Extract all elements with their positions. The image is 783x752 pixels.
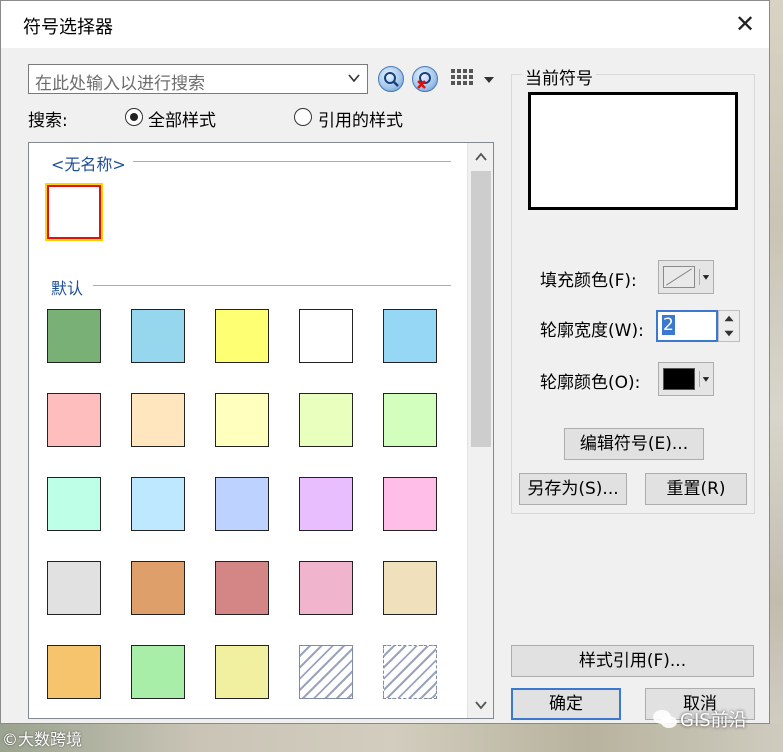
symbol-swatch[interactable]	[383, 309, 437, 363]
symbol-swatch[interactable]	[299, 393, 353, 447]
style-references-button[interactable]: 样式引用(F)...	[511, 645, 754, 677]
clear-search-icon	[417, 72, 431, 89]
outline-color-swatch	[663, 368, 695, 390]
background-map-right	[770, 0, 783, 752]
symbol-gallery: <无名称> 默认	[28, 142, 494, 719]
symbol-swatch[interactable]	[299, 309, 353, 363]
symbol-swatch[interactable]	[131, 561, 185, 615]
symbol-swatch[interactable]	[47, 309, 101, 363]
symbol-swatch[interactable]	[215, 645, 269, 699]
symbol-swatch[interactable]	[47, 185, 101, 239]
fill-color-label: 填充颜色(F):	[540, 271, 637, 291]
outline-width-label: 轮廓宽度(W):	[540, 321, 644, 341]
ok-button[interactable]: 确定	[511, 688, 621, 720]
symbol-swatch[interactable]	[215, 393, 269, 447]
symbol-swatch[interactable]	[383, 477, 437, 531]
magnifier-icon	[384, 72, 399, 87]
radio-referenced-styles-label[interactable]: 引用的样式	[318, 106, 403, 131]
outline-width-value: 2	[662, 315, 675, 335]
fill-color-picker[interactable]	[658, 260, 714, 294]
spin-down-icon[interactable]	[719, 326, 739, 341]
search-placeholder: 在此处输入以进行搜索	[35, 74, 205, 94]
symbol-swatch[interactable]	[131, 393, 185, 447]
chevron-down-icon[interactable]	[347, 71, 361, 85]
symbol-swatch[interactable]	[131, 309, 185, 363]
watermark-left: ©大数跨境	[2, 730, 83, 749]
close-icon[interactable]: ✕	[725, 7, 765, 41]
no-color-icon	[663, 266, 695, 288]
view-dropdown-icon[interactable]	[482, 74, 496, 86]
symbol-swatch[interactable]	[383, 393, 437, 447]
chevron-down-icon[interactable]	[699, 371, 711, 387]
group-header-unnamed: <无名称>	[51, 155, 126, 174]
outline-color-label: 轮廓颜色(O):	[540, 373, 641, 393]
symbol-swatch[interactable]	[47, 477, 101, 531]
symbol-swatch[interactable]	[299, 561, 353, 615]
watermark-right: GIS前沿	[680, 710, 747, 731]
chevron-down-icon[interactable]	[699, 269, 711, 285]
clear-search-button[interactable]	[412, 66, 438, 92]
radio-referenced-styles[interactable]	[294, 108, 312, 126]
outline-width-input[interactable]: 2	[656, 310, 718, 342]
radio-all-styles[interactable]	[125, 108, 143, 126]
save-as-button[interactable]: 另存为(S)...	[519, 473, 627, 505]
gallery-scrollbar[interactable]	[467, 143, 493, 718]
window-title: 符号选择器	[23, 17, 113, 38]
symbol-swatch[interactable]	[383, 561, 437, 615]
symbol-swatch[interactable]	[47, 393, 101, 447]
symbol-swatch[interactable]	[299, 477, 353, 531]
current-symbol-label: 当前符号	[522, 64, 596, 89]
symbol-preview	[528, 92, 738, 210]
symbol-swatch[interactable]	[299, 645, 353, 699]
outline-color-picker[interactable]	[658, 362, 714, 396]
title-bar: 符号选择器 ✕	[1, 1, 769, 48]
spin-up-icon[interactable]	[719, 311, 739, 326]
grid-view-icon[interactable]	[450, 68, 474, 90]
edit-symbol-button[interactable]: 编辑符号(E)...	[564, 428, 704, 460]
radio-all-styles-label[interactable]: 全部样式	[148, 106, 216, 131]
symbol-swatch[interactable]	[215, 477, 269, 531]
symbol-swatch[interactable]	[47, 645, 101, 699]
symbol-swatch[interactable]	[215, 309, 269, 363]
scroll-up-icon[interactable]	[468, 147, 494, 167]
symbol-swatch[interactable]	[47, 561, 101, 615]
symbol-swatch[interactable]	[383, 645, 437, 699]
symbol-swatch[interactable]	[131, 477, 185, 531]
group-divider	[133, 161, 451, 162]
scroll-thumb[interactable]	[471, 171, 491, 447]
search-input[interactable]: 在此处输入以进行搜索	[28, 64, 368, 94]
reset-button[interactable]: 重置(R)	[645, 473, 747, 505]
search-button[interactable]	[378, 66, 404, 92]
symbol-swatch[interactable]	[131, 645, 185, 699]
scroll-down-icon[interactable]	[468, 695, 494, 715]
search-label: 搜索:	[28, 111, 68, 131]
group-divider	[93, 285, 451, 286]
group-header-default: 默认	[51, 279, 84, 298]
symbol-swatch[interactable]	[215, 561, 269, 615]
wechat-icon	[653, 710, 677, 728]
outline-width-spinner[interactable]	[718, 310, 740, 342]
